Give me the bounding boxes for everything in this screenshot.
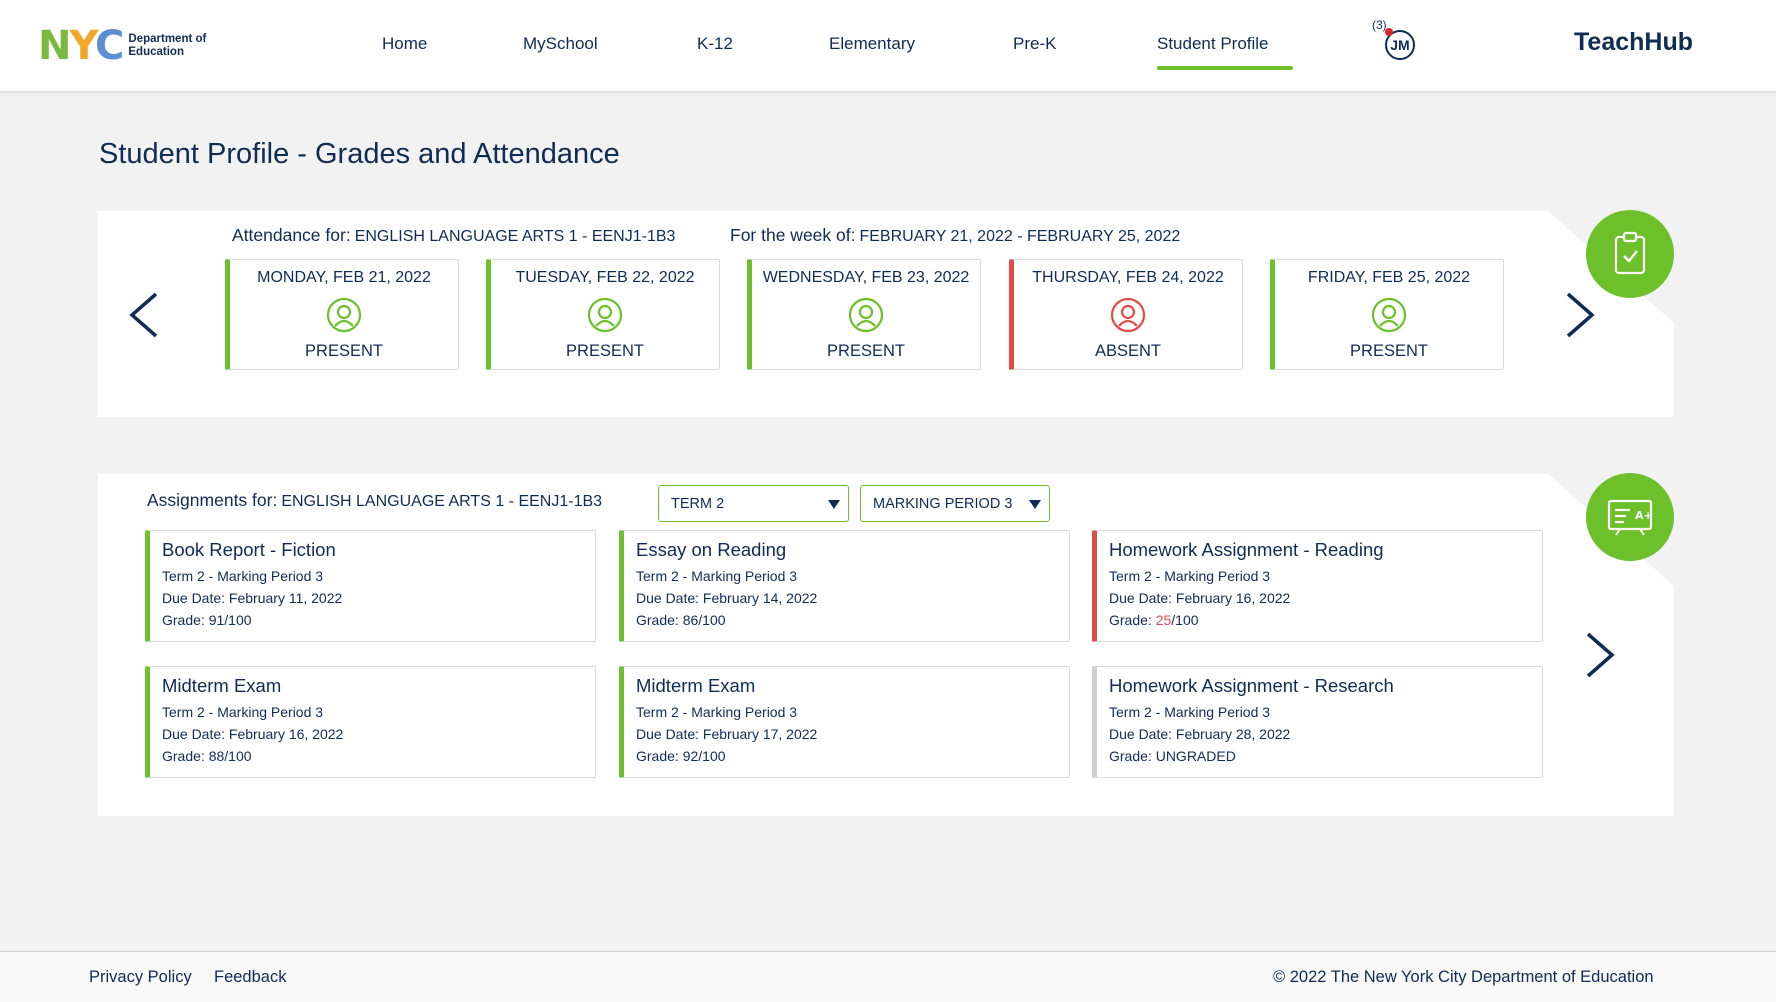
attendance-day-tuesday: TUESDAY, FEB 22, 2022 PRESENT — [486, 259, 720, 370]
student-present-icon — [848, 297, 884, 333]
assignment-card[interactable]: Homework Assignment - Research Term 2 - … — [1092, 666, 1543, 778]
day-label: THURSDAY, FEB 24, 2022 — [1032, 269, 1224, 286]
notification-dot — [1385, 28, 1393, 36]
chevron-down-icon — [1029, 500, 1041, 509]
brand-name: TeachHub — [1574, 28, 1693, 56]
clipboard-check-icon — [1614, 231, 1646, 275]
attendance-day-friday: FRIDAY, FEB 25, 2022 PRESENT — [1270, 259, 1504, 370]
assignment-grade: Grade: UNGRADED — [1109, 748, 1236, 764]
nav-prek[interactable]: Pre-K — [1013, 34, 1056, 54]
attendance-day-wednesday: WEDNESDAY, FEB 23, 2022 PRESENT — [747, 259, 981, 370]
nav-k12[interactable]: K-12 — [697, 34, 733, 54]
nav-student-profile[interactable]: Student Profile — [1157, 34, 1292, 70]
assignment-due-date: Due Date: February 16, 2022 — [1109, 590, 1291, 606]
assignment-card[interactable]: Homework Assignment - Reading Term 2 - M… — [1092, 530, 1543, 642]
assignment-due-date: Due Date: February 16, 2022 — [162, 726, 344, 742]
assignment-title: Homework Assignment - Reading — [1109, 539, 1384, 560]
attendance-day-thursday: THURSDAY, FEB 24, 2022 ABSENT — [1009, 259, 1243, 370]
attendance-badge — [1586, 210, 1674, 298]
assignment-title: Homework Assignment - Research — [1109, 675, 1394, 696]
marking-period-select[interactable]: MARKING PERIOD 3 — [860, 485, 1050, 522]
day-label: MONDAY, FEB 21, 2022 — [257, 269, 431, 286]
assignments-next-arrow-icon[interactable] — [1580, 630, 1620, 680]
nyc-logo-mark: NYC — [38, 23, 124, 69]
assignment-grade: Grade: 88/100 — [162, 748, 252, 764]
week-heading: For the week of: FEBRUARY 21, 2022 - FEBR… — [730, 225, 1181, 245]
day-label: TUESDAY, FEB 22, 2022 — [515, 269, 695, 286]
assignment-grade: Grade: 25/100 — [1109, 612, 1199, 628]
page-title: Student Profile - Grades and Attendance — [99, 138, 620, 170]
assignments-heading: Assignments for: ENGLISH LANGUAGE ARTS 1 … — [147, 490, 603, 510]
attendance-status: PRESENT — [566, 342, 644, 360]
doe-logo-text: Department of Education — [128, 33, 207, 58]
assignment-title: Essay on Reading — [636, 539, 787, 560]
assignment-card[interactable]: Essay on Reading Term 2 - Marking Period… — [619, 530, 1070, 642]
assignment-grade: Grade: 91/100 — [162, 612, 252, 628]
assignment-grade: Grade: 86/100 — [636, 612, 726, 628]
assignment-grade: Grade: 92/100 — [636, 748, 726, 764]
student-present-icon — [326, 297, 362, 333]
day-label: WEDNESDAY, FEB 23, 2022 — [762, 269, 970, 286]
attendance-status: PRESENT — [827, 342, 905, 360]
grade-board-icon: A+ — [1607, 499, 1653, 536]
nav-elementary[interactable]: Elementary — [829, 34, 915, 54]
attendance-day-monday: MONDAY, FEB 21, 2022 PRESENT — [225, 259, 459, 370]
feedback-link[interactable]: Feedback — [214, 968, 286, 987]
assignments-badge: A+ — [1586, 473, 1674, 561]
assignment-card[interactable]: Midterm Exam Term 2 - Marking Period 3 D… — [619, 666, 1070, 778]
copyright-text: © 2022 The New York City Department of E… — [1273, 968, 1654, 986]
student-present-icon — [1371, 297, 1407, 333]
page-footer: Privacy Policy Feedback © 2022 The New Y… — [0, 951, 1776, 1002]
nav-home[interactable]: Home — [382, 34, 427, 54]
top-header: NYC Department of Education Home MySchoo… — [0, 0, 1776, 92]
attendance-status: PRESENT — [1350, 342, 1428, 360]
assignment-period: Term 2 - Marking Period 3 — [162, 704, 324, 720]
assignment-period: Term 2 - Marking Period 3 — [636, 568, 798, 584]
assignment-period: Term 2 - Marking Period 3 — [1109, 568, 1271, 584]
nyc-doe-logo[interactable]: NYC Department of Education — [38, 26, 228, 66]
assignment-period: Term 2 - Marking Period 3 — [1109, 704, 1271, 720]
assignment-period: Term 2 - Marking Period 3 — [162, 568, 324, 584]
assignment-title: Midterm Exam — [636, 675, 756, 696]
assignment-card[interactable]: Book Report - Fiction Term 2 - Marking P… — [145, 530, 596, 642]
assignment-due-date: Due Date: February 28, 2022 — [1109, 726, 1291, 742]
student-present-icon — [587, 297, 623, 333]
attendance-status: ABSENT — [1094, 342, 1162, 360]
assignment-card[interactable]: Midterm Exam Term 2 - Marking Period 3 D… — [145, 666, 596, 778]
assignment-due-date: Due Date: February 14, 2022 — [636, 590, 818, 606]
attendance-prev-arrow-icon[interactable] — [124, 290, 164, 340]
nav-myschool[interactable]: MySchool — [523, 34, 598, 54]
assignment-title: Book Report - Fiction — [162, 539, 336, 560]
assignment-title: Midterm Exam — [162, 675, 282, 696]
chevron-down-icon — [828, 500, 840, 509]
svg-text:A+: A+ — [1635, 509, 1653, 522]
privacy-policy-link[interactable]: Privacy Policy — [89, 968, 192, 987]
assignment-period: Term 2 - Marking Period 3 — [636, 704, 798, 720]
term-select[interactable]: TERM 2 — [658, 485, 849, 522]
attendance-heading: Attendance for: ENGLISH LANGUAGE ARTS 1 -… — [232, 225, 676, 245]
attendance-status: PRESENT — [305, 342, 383, 360]
student-absent-icon — [1110, 297, 1146, 333]
attendance-next-arrow-icon[interactable] — [1560, 290, 1600, 340]
day-label: FRIDAY, FEB 25, 2022 — [1307, 269, 1471, 286]
low-grade-score: 25 — [1155, 612, 1172, 628]
assignment-due-date: Due Date: February 11, 2022 — [162, 590, 343, 606]
assignment-due-date: Due Date: February 17, 2022 — [636, 726, 818, 742]
